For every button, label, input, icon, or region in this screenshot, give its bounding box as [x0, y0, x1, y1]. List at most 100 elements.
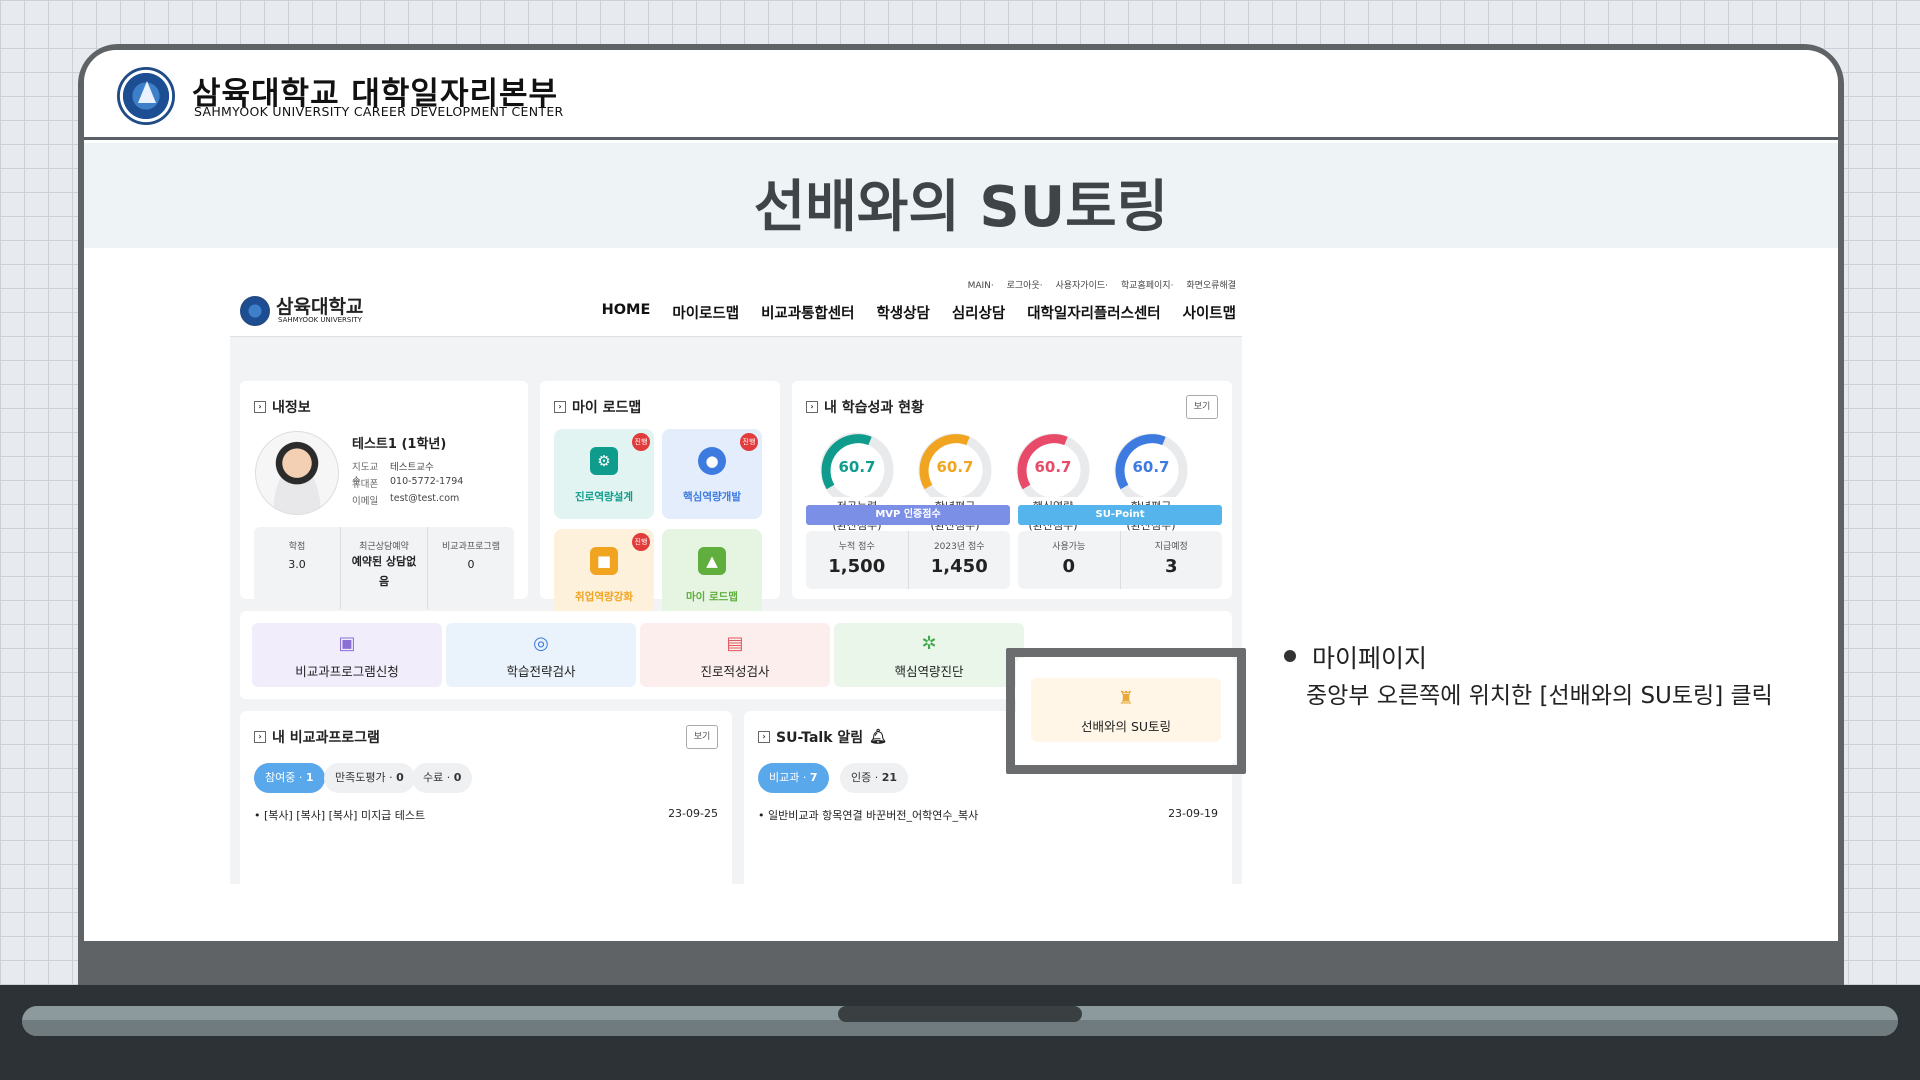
nav-psych[interactable]: 심리상담	[952, 302, 1005, 323]
chip-certified[interactable]: 인증 · 21	[840, 763, 909, 793]
chevron-right-icon: ›	[758, 731, 770, 743]
chip-extracurricular[interactable]: 비교과 · 7	[758, 763, 829, 793]
profile-row: 이메일 test@test.com	[352, 493, 459, 507]
score-item: 지급예정 3	[1121, 531, 1223, 589]
quick-learning-test[interactable]: ◎ 학습전략검사	[446, 623, 636, 687]
nav-myroadmap[interactable]: 마이로드맵	[672, 302, 739, 323]
nav-extracurricular[interactable]: 비교과통합센터	[761, 302, 854, 323]
gauge-value: 60.7	[1132, 458, 1170, 476]
annotation-description: 중앙부 오른쪽에 위치한 [선배와의 SU토링] 클릭	[1306, 683, 1773, 709]
quick-label: 진로적성검사	[700, 664, 770, 679]
quick-label: 비교과프로그램신청	[295, 664, 399, 679]
quick-label: 핵심역량진단	[894, 664, 964, 679]
quick-label: 학습전략검사	[506, 664, 576, 679]
chip-count: 21	[881, 771, 898, 784]
gauge-value: 60.7	[1034, 458, 1072, 476]
chip-label: 참여중	[265, 771, 296, 784]
stat-label: 학점	[288, 542, 306, 552]
quick-su-toring-button[interactable]: ♜ 선배와의 SU토링	[1031, 678, 1221, 742]
view-button[interactable]: 보기	[1186, 395, 1218, 419]
mvp-scores: 누적 점수 1,500 2023년 점수 1,450	[806, 531, 1010, 589]
tile-label: 마이 로드맵	[686, 591, 738, 603]
nav-career-center[interactable]: 대학일자리플러스센터	[1027, 302, 1160, 323]
list-item[interactable]: • 일반비교과 항목연결 바꾼버전_어학연수_복사	[758, 807, 978, 823]
mvp-label: MVP 인증점수	[806, 505, 1010, 525]
briefcase-icon: ■	[590, 547, 618, 575]
top-link-error[interactable]: 화면오류해결	[1186, 281, 1236, 291]
chip-label: 수료	[423, 771, 444, 784]
badge-in-progress: 진행	[740, 433, 758, 451]
gear-icon: ⚙	[590, 447, 618, 475]
chevron-right-icon: ›	[806, 401, 818, 413]
site-brand[interactable]: 삼육대학교	[276, 292, 363, 319]
badge-in-progress: 진행	[632, 433, 650, 451]
chip-label: 만족도평가	[335, 771, 386, 784]
university-seal-icon	[117, 67, 175, 125]
profile-name: 테스트1 (1학년)	[352, 437, 447, 452]
stat-value: 예약된 상담없음	[351, 555, 417, 588]
top-link-logout[interactable]: 로그아웃	[1007, 281, 1040, 291]
roadmap-card-title: 마이 로드맵	[572, 400, 642, 416]
su-point-label: SU-Point	[1018, 505, 1222, 525]
nav-counseling[interactable]: 학생상담	[876, 302, 929, 323]
score-item: 사용가능 0	[1018, 531, 1121, 589]
gauge-value: 60.7	[936, 458, 974, 476]
nav-home[interactable]: HOME	[602, 302, 651, 323]
score-value: 0	[1062, 556, 1076, 577]
main-nav: HOME 마이로드맵 비교과통합센터 학생상담 심리상담 대학일자리플러스센터 …	[602, 302, 1236, 323]
profile-card-header: › 내정보	[254, 397, 311, 417]
tile-label: 핵심역량개발	[683, 491, 741, 503]
roadmap-tile-career[interactable]: 진행 ⚙ 진로역량설계	[554, 429, 654, 519]
profile-card: › 내정보 테스트1 (1학년) 지도교수 테스트교수 휴대폰 010-5772-17…	[240, 381, 528, 609]
site-logo-icon[interactable]	[240, 296, 270, 326]
sutalk-card-header: › SU-Talk 알림 🔔︎	[758, 727, 887, 747]
roadmap-tile-map[interactable]: ▲ 마이 로드맵	[662, 529, 762, 619]
performance-card-title: 내 학습성과 현황	[824, 400, 924, 416]
gauge-value: 60.7	[838, 458, 876, 476]
roadmap-tile-core[interactable]: 진행 ● 핵심역량개발	[662, 429, 762, 519]
annotation-title: 마이페이지	[1312, 644, 1428, 673]
mentor-icon: ♜	[1117, 688, 1135, 709]
briefcase-icon: ▣	[338, 633, 356, 654]
score-value: 1,500	[828, 556, 886, 577]
programs-card-header: › 내 비교과프로그램	[254, 727, 380, 747]
list-date: 23-09-25	[668, 807, 718, 820]
top-link-homepage[interactable]: 학교홈페이지	[1121, 281, 1171, 291]
performance-card: ›내 학습성과 현황 보기 60.7 전공능력 (환산점수) 60.7 학년평균…	[792, 381, 1232, 599]
profile-stats: 학점 3.0 최근상담예약 예약된 상담없음 비교과프로그램 0	[254, 527, 514, 609]
stat-value: 0	[467, 558, 475, 571]
quick-extracurricular-apply[interactable]: ▣ 비교과프로그램신청	[252, 623, 442, 687]
stat-value: 3.0	[288, 558, 306, 571]
compass-icon: ◎	[533, 633, 549, 654]
score-label: 누적 점수	[838, 542, 875, 552]
sutalk-card-title: SU-Talk 알림	[776, 730, 864, 746]
quick-aptitude-test[interactable]: ▤ 진로적성검사	[640, 623, 830, 687]
quick-core-diagnosis[interactable]: ✲ 핵심역량진단	[834, 623, 1024, 687]
view-button[interactable]: 보기	[686, 725, 718, 749]
chip-satisfaction[interactable]: 만족도평가 · 0	[324, 763, 415, 793]
roadmap-tile-employ[interactable]: 진행 ■ 취업역량강화	[554, 529, 654, 619]
chip-count: 0	[453, 771, 462, 784]
chip-completed[interactable]: 수료 · 0	[412, 763, 473, 793]
chip-count: 1	[305, 771, 314, 784]
top-link-guide[interactable]: 사용자가이드	[1055, 281, 1105, 291]
chevron-right-icon: ›	[554, 401, 566, 413]
chip-participating[interactable]: 참여중 · 1	[254, 763, 325, 793]
top-link-main[interactable]: MAIN	[968, 281, 991, 291]
performance-card-header: › 내 학습성과 현황	[806, 397, 924, 417]
list-date: 23-09-19	[1168, 807, 1218, 820]
brand-subtitle: SAHMYOOK UNIVERSITY CAREER DEVELOPMENT C…	[194, 104, 564, 119]
chip-count: 7	[809, 771, 818, 784]
bell-icon: 🔔︎	[869, 729, 887, 745]
chevron-right-icon: ›	[254, 401, 266, 413]
page-title: 선배와의 SU토링	[753, 175, 1169, 240]
nav-sitemap[interactable]: 사이트맵	[1183, 302, 1236, 323]
score-item: 누적 점수 1,500	[806, 531, 909, 589]
quick-label: 선배와의 SU토링	[1080, 719, 1172, 734]
atom-icon: ✲	[921, 633, 937, 654]
roadmap-card-header: › 마이 로드맵	[554, 397, 641, 417]
stat-reservation[interactable]: 최근상담예약 예약된 상담없음	[341, 527, 428, 609]
list-item[interactable]: • [복사] [복사] [복사] 미지급 테스트	[254, 807, 425, 823]
avatar	[255, 431, 339, 515]
stat-credit: 학점 3.0	[254, 527, 341, 609]
